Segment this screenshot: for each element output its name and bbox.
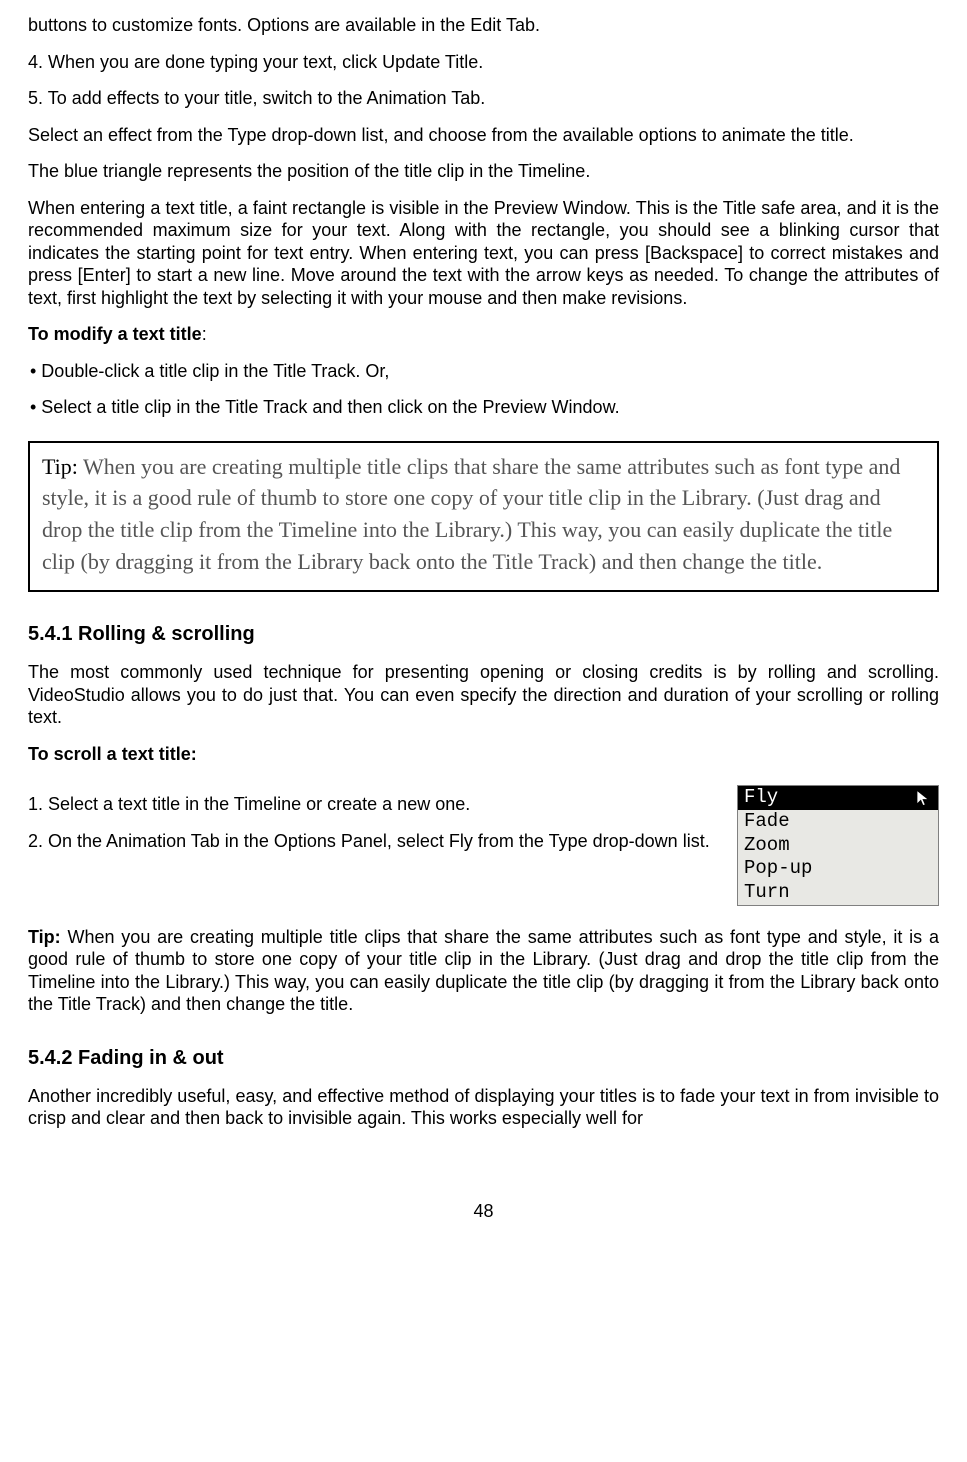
heading-5-4-1: 5.4.1 Rolling & scrolling <box>28 622 939 647</box>
bullet-doubleclick: • Double-click a title clip in the Title… <box>30 360 939 383</box>
paragraph-rolling-intro: The most commonly used technique for pre… <box>28 661 939 729</box>
paragraph-text-entry: When entering a text title, a faint rect… <box>28 197 939 310</box>
paragraph-fading-intro: Another incredibly useful, easy, and eff… <box>28 1085 939 1130</box>
dropdown-option-fade[interactable]: Fade <box>738 810 938 834</box>
dropdown-option-popup[interactable]: Pop-up <box>738 857 938 881</box>
paragraph-blue-triangle: The blue triangle represents the positio… <box>28 160 939 183</box>
paragraph-buttons-customize: buttons to customize fonts. Options are … <box>28 14 939 37</box>
step-4: 4. When you are done typing your text, c… <box>28 51 939 74</box>
step-5: 5. To add effects to your title, switch … <box>28 87 939 110</box>
tip-box: Tip: When you are creating multiple titl… <box>28 441 939 593</box>
paragraph-effect-select: Select an effect from the Type drop-down… <box>28 124 939 147</box>
dropdown-option-zoom[interactable]: Zoom <box>738 834 938 858</box>
modify-heading-colon: : <box>202 324 207 344</box>
page-number: 48 <box>28 1200 939 1223</box>
mouse-cursor-icon <box>914 789 932 807</box>
scroll-steps-row: Fly Fade Zoom Pop-up Turn 1. Select a te… <box>28 779 939 912</box>
dropdown-option-fly[interactable]: Fly <box>738 786 938 810</box>
tip-box-body: When you are creating multiple title cli… <box>42 454 900 575</box>
dropdown-selected-label: Fly <box>744 786 778 810</box>
scroll-text-title-heading: To scroll a text title: <box>28 743 939 766</box>
type-dropdown-figure: Fly Fade Zoom Pop-up Turn <box>737 785 939 906</box>
tip2-label: Tip: <box>28 927 61 947</box>
tip-paragraph-2: Tip: When you are creating multiple titl… <box>28 926 939 1016</box>
modify-text-title-heading: To modify a text title: <box>28 323 939 346</box>
modify-heading-text: To modify a text title <box>28 324 202 344</box>
dropdown-option-turn[interactable]: Turn <box>738 881 938 905</box>
bullet-select-preview: • Select a title clip in the Title Track… <box>30 396 939 419</box>
heading-5-4-2: 5.4.2 Fading in & out <box>28 1046 939 1071</box>
tip-box-label: Tip: <box>42 454 78 479</box>
tip2-body: When you are creating multiple title cli… <box>28 927 939 1015</box>
